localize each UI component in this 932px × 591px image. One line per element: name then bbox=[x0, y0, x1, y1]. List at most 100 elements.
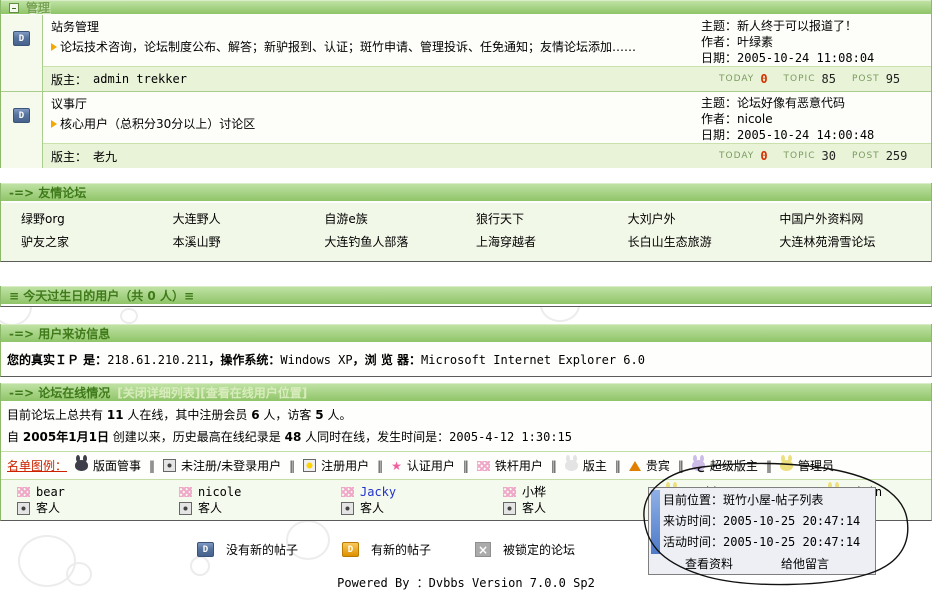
visitor-ip: 218.61.210.211 bbox=[107, 353, 208, 367]
no-new-posts-icon bbox=[13, 31, 30, 46]
visitor-info-title: -=> 用户来访信息 bbox=[9, 325, 110, 342]
moderator-links[interactable]: 老九 bbox=[93, 148, 117, 165]
user-link[interactable]: nicole bbox=[198, 484, 241, 500]
new-posts-icon bbox=[342, 542, 359, 557]
guest-icon bbox=[503, 502, 516, 515]
forum-row: 议事厅 核心用户（总积分30分以上）讨论区 主题：论坛好像有恶意代码 作者：ni… bbox=[1, 92, 931, 168]
user-info-tooltip: 目前位置：斑竹小屋-帖子列表 来访时间：2005-10-25 20:47:14 … bbox=[648, 487, 876, 575]
user-status: 客人 bbox=[360, 500, 384, 516]
forum-status-cell bbox=[1, 92, 43, 168]
online-record-line: 自 2005年1月1日 创建以来，历史最高在线纪录是 48 人同时在线，发生时间… bbox=[1, 425, 931, 447]
online-user-cell: nicole 客人 bbox=[163, 483, 325, 516]
legend-label: 名单图例： bbox=[7, 457, 67, 474]
friend-link[interactable]: 绿野org bbox=[11, 209, 163, 230]
visitor-os: Windows XP bbox=[280, 353, 352, 367]
locked-forum-icon bbox=[475, 542, 491, 557]
visitor-info-body: 您的真实ＩＰ 是：218.61.210.211，操作系统：Windows XP，… bbox=[1, 344, 931, 376]
leave-message-link[interactable]: 给他留言 bbox=[781, 553, 829, 575]
current-position: 斑竹小屋-帖子列表 bbox=[723, 493, 823, 507]
arrow-icon bbox=[51, 43, 57, 51]
category-table-admin: 管理 站务管理 论坛技术咨询，论坛制度公布、解答；新驴报到、认证；斑竹申请、管理… bbox=[0, 0, 932, 168]
friend-link[interactable]: 自游e族 bbox=[314, 209, 466, 230]
last-post-date: 2005-10-24 14:00:48 bbox=[737, 128, 874, 142]
view-profile-link[interactable]: 查看资料 bbox=[685, 553, 733, 575]
powered-by: Powered By ：Dvbbs Version 7.0.0 Sp2 bbox=[0, 574, 932, 591]
last-post-info: 主题：新人终于可以报道了！ 作者：叶绿素 日期：2005-10-24 11:08… bbox=[699, 15, 931, 66]
online-status-title: -=> 论坛在线情况 bbox=[9, 384, 110, 401]
friend-link[interactable]: 狼行天下 bbox=[466, 209, 618, 230]
footer: Powered By ：Dvbbs Version 7.0.0 Sp2 Copy… bbox=[0, 574, 932, 591]
topic-count: 85 bbox=[822, 72, 836, 86]
friend-link[interactable]: 上海穿越者 bbox=[466, 232, 618, 253]
unregistered-user-icon bbox=[163, 459, 176, 472]
user-status: 客人 bbox=[36, 500, 60, 516]
online-user-cell: 小桦 客人 bbox=[487, 483, 649, 516]
forum-created-date: 2005年1月1日 bbox=[23, 430, 109, 444]
forum-link[interactable]: 议事厅 bbox=[51, 95, 695, 113]
super-moderator-bunny-icon bbox=[692, 460, 705, 471]
post-count: 95 bbox=[886, 72, 900, 86]
online-guests: 5 bbox=[315, 408, 323, 422]
last-author-link[interactable]: 叶绿素 bbox=[737, 35, 773, 49]
online-record: 48 bbox=[285, 430, 302, 444]
visit-time: 2005-10-25 20:47:14 bbox=[723, 514, 860, 528]
online-user-cell: Jacky 客人 bbox=[325, 483, 487, 516]
online-members: 6 bbox=[251, 408, 259, 422]
guest-icon bbox=[179, 502, 192, 515]
category-header: 管理 bbox=[1, 0, 931, 15]
no-new-posts-icon bbox=[197, 542, 214, 557]
post-count: 259 bbox=[886, 149, 908, 163]
today-count: 0 bbox=[760, 149, 767, 163]
loyal-user-icon bbox=[17, 487, 30, 497]
loyal-user-icon bbox=[179, 487, 192, 497]
forum-link[interactable]: 站务管理 bbox=[51, 18, 695, 36]
friend-forums-header: -=> 友情论坛 bbox=[1, 183, 931, 203]
user-link[interactable]: Jacky bbox=[360, 484, 396, 500]
user-status: 客人 bbox=[198, 500, 222, 516]
view-online-position-link[interactable]: [查看在线用户位置] bbox=[200, 384, 307, 401]
guest-icon bbox=[341, 502, 354, 515]
friend-forums-list: 绿野org 大连野人 自游e族 狼行天下 大刘户外 中国户外资料网 驴友之家 本… bbox=[1, 203, 931, 261]
category-title: 管理 bbox=[26, 0, 50, 16]
user-link[interactable]: bear bbox=[36, 484, 65, 500]
last-topic-link[interactable]: 论坛好像有恶意代码 bbox=[737, 96, 845, 110]
last-topic-link[interactable]: 新人终于可以报道了！ bbox=[737, 19, 857, 33]
friend-link[interactable]: 长白山生态旅游 bbox=[618, 232, 770, 253]
vip-triangle-icon bbox=[629, 461, 641, 471]
friend-link[interactable]: 大连野人 bbox=[163, 209, 315, 230]
forum-page: 管理 站务管理 论坛技术咨询，论坛制度公布、解答；新驴报到、认证；斑竹申请、管理… bbox=[0, 0, 932, 591]
board-manager-bunny-icon bbox=[75, 460, 88, 471]
last-post-date: 2005-10-24 11:08:04 bbox=[737, 51, 874, 65]
user-status: 客人 bbox=[522, 500, 546, 516]
friend-link[interactable]: 中国户外资料网 bbox=[769, 209, 921, 230]
online-status-header: -=> 论坛在线情况 [关闭详细列表][查看在线用户位置] bbox=[1, 383, 931, 403]
moderator-bunny-icon bbox=[565, 460, 578, 471]
online-user-cell: bear 客人 bbox=[1, 483, 163, 516]
friend-forums-title: -=> 友情论坛 bbox=[9, 184, 86, 201]
certified-user-star-icon bbox=[391, 460, 402, 472]
guest-icon bbox=[17, 502, 30, 515]
friend-link[interactable]: 驴友之家 bbox=[11, 232, 163, 253]
visitor-browser: Microsoft Internet Explorer 6.0 bbox=[421, 353, 645, 367]
user-link[interactable]: 小桦 bbox=[522, 484, 546, 500]
visitor-info-header: -=> 用户来访信息 bbox=[1, 324, 931, 344]
friend-link[interactable]: 大连钓鱼人部落 bbox=[314, 232, 466, 253]
moderator-links[interactable]: admin trekker bbox=[93, 72, 187, 86]
friend-link[interactable]: 本溪山野 bbox=[163, 232, 315, 253]
forum-description: 论坛技术咨询，论坛制度公布、解答；新驴报到、认证；斑竹申请、管理投诉、任免通知；… bbox=[51, 38, 695, 56]
flower-decoration bbox=[190, 556, 210, 576]
friend-link[interactable]: 大刘户外 bbox=[618, 209, 770, 230]
forum-stats: TODAY 0 TOPIC 30 POST 259 bbox=[719, 149, 931, 163]
forum-status-cell bbox=[1, 15, 43, 91]
close-detail-list-link[interactable]: [关闭详细列表] bbox=[117, 384, 200, 401]
forum-description: 核心用户（总积分30分以上）讨论区 bbox=[51, 115, 695, 133]
tooltip-selection-strip bbox=[651, 490, 660, 554]
loyal-user-icon bbox=[503, 487, 516, 497]
birthday-header: ≡ 今天过生日的用户（共 0 人）≡ bbox=[1, 286, 931, 306]
last-author-link[interactable]: nicole bbox=[737, 112, 773, 126]
loyal-user-icon bbox=[341, 487, 354, 497]
collapse-icon[interactable] bbox=[9, 3, 19, 13]
moderator-label: 版主： bbox=[51, 71, 87, 88]
last-post-info: 主题：论坛好像有恶意代码 作者：nicole 日期：2005-10-24 14:… bbox=[699, 92, 931, 143]
friend-link[interactable]: 大连林苑滑雪论坛 bbox=[769, 232, 921, 253]
